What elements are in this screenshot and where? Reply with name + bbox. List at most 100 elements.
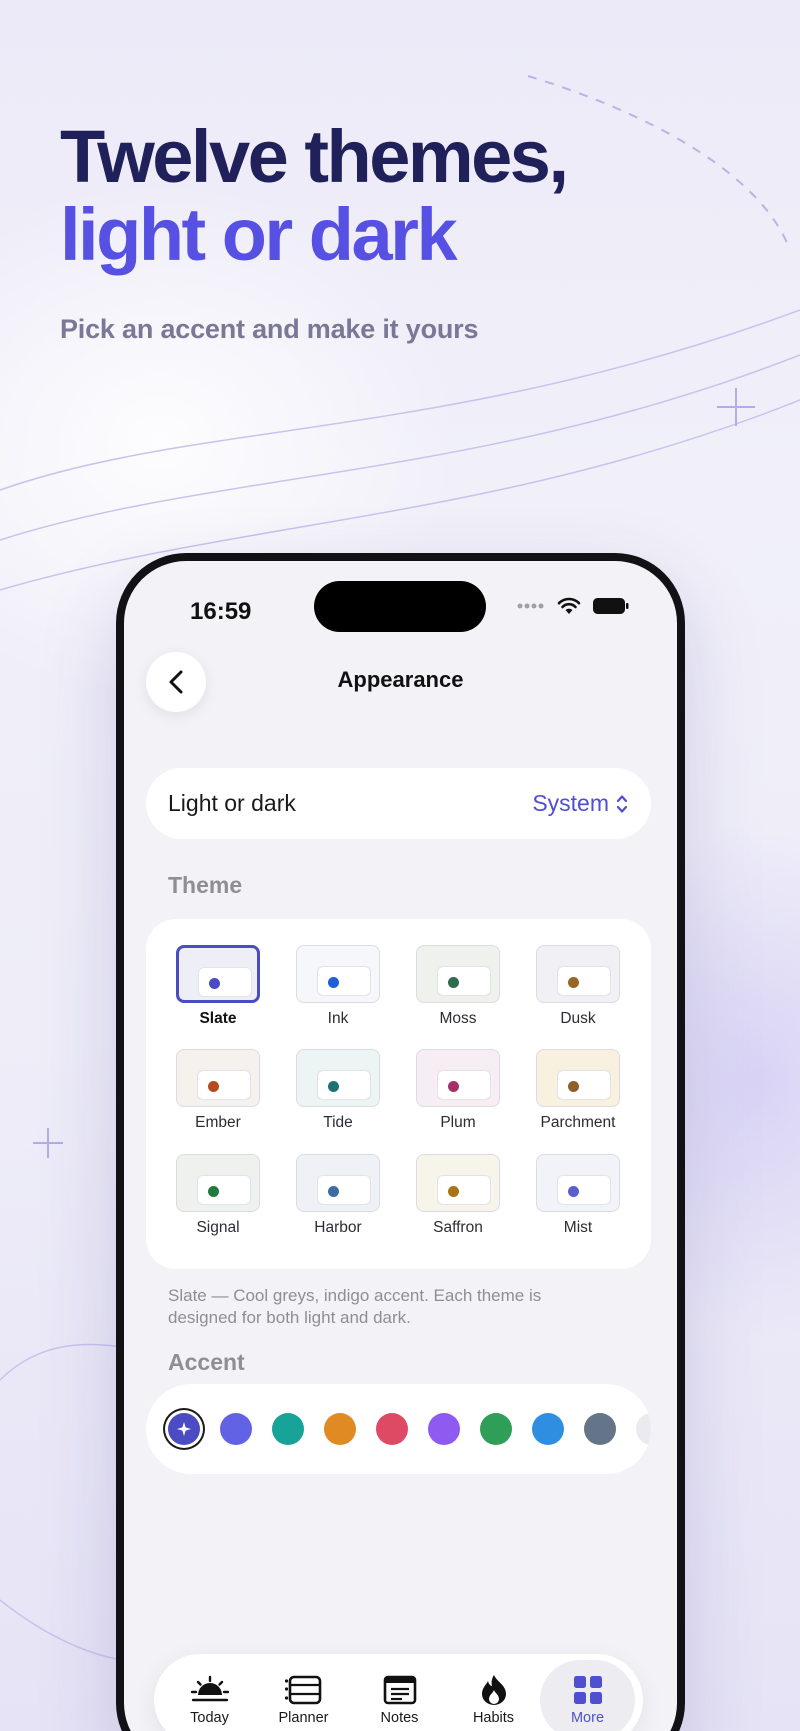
accent-section-label: Accent xyxy=(168,1349,245,1375)
theme-swatch-preview xyxy=(557,1070,611,1100)
theme-accent-dot xyxy=(448,1081,459,1092)
theme-swatch xyxy=(296,945,380,1003)
accent-color-9[interactable] xyxy=(584,1413,616,1445)
accent-color-10[interactable] xyxy=(636,1413,651,1445)
phone-screen: 16:59 Appearance Light or dark System Th… xyxy=(124,561,677,1731)
theme-name: Slate xyxy=(199,1010,237,1027)
theme-name: Mist xyxy=(563,1219,593,1236)
theme-swatch xyxy=(416,945,500,1003)
status-time: 16:59 xyxy=(190,598,252,625)
theme-name: Ink xyxy=(327,1010,349,1027)
theme-option-slate[interactable]: Slate xyxy=(168,945,268,1028)
theme-accent-dot xyxy=(328,977,339,988)
theme-option-harbor[interactable]: Harbor xyxy=(288,1154,388,1237)
tab-habits[interactable]: Habits xyxy=(446,1660,541,1731)
dynamic-island xyxy=(314,581,486,632)
theme-accent-dot xyxy=(568,1186,579,1197)
theme-accent-dot xyxy=(208,1186,219,1197)
accent-color-7[interactable] xyxy=(480,1413,512,1445)
theme-option-dusk[interactable]: Dusk xyxy=(528,945,628,1028)
theme-name: Signal xyxy=(196,1219,240,1236)
accent-color-2[interactable] xyxy=(220,1413,252,1445)
tab-bar: Today Planner Notes Habits More xyxy=(154,1654,643,1731)
theme-name: Plum xyxy=(440,1114,476,1131)
theme-grid: Slate Ink Moss Dusk Ember Tide Plum Parchment Si… xyxy=(146,919,651,1269)
theme-option-moss[interactable]: Moss xyxy=(408,945,508,1028)
sparkle-icon xyxy=(177,1422,191,1436)
theme-swatch xyxy=(296,1049,380,1107)
theme-swatch xyxy=(176,1049,260,1107)
theme-swatch-preview xyxy=(317,966,371,996)
theme-accent-dot xyxy=(328,1081,339,1092)
tab-planner[interactable]: Planner xyxy=(256,1660,351,1731)
planner-icon xyxy=(284,1674,324,1706)
theme-option-saffron[interactable]: Saffron xyxy=(408,1154,508,1237)
sunrise-icon xyxy=(190,1674,230,1706)
theme-option-signal[interactable]: Signal xyxy=(168,1154,268,1237)
theme-swatch-preview xyxy=(198,967,252,997)
theme-accent-dot xyxy=(448,977,459,988)
chevron-up-down-icon xyxy=(616,794,628,813)
light-dark-setting[interactable]: Light or dark System xyxy=(146,768,651,839)
theme-name: Ember xyxy=(195,1114,241,1131)
theme-swatch-preview xyxy=(557,1175,611,1205)
theme-option-plum[interactable]: Plum xyxy=(408,1049,508,1132)
grid-icon xyxy=(572,1674,604,1706)
theme-option-mist[interactable]: Mist xyxy=(528,1154,628,1237)
theme-swatch xyxy=(536,1049,620,1107)
theme-swatch-preview xyxy=(437,1070,491,1100)
page-title: Appearance xyxy=(337,667,464,692)
theme-swatch xyxy=(416,1049,500,1107)
theme-option-ink[interactable]: Ink xyxy=(288,945,388,1028)
theme-option-parchment[interactable]: Parchment xyxy=(528,1049,628,1132)
theme-swatch xyxy=(536,945,620,1003)
tab-label: Planner xyxy=(278,1710,329,1726)
headline-line-1: Twelve themes, xyxy=(60,115,569,198)
theme-swatch-preview xyxy=(557,966,611,996)
accent-color-4[interactable] xyxy=(324,1413,356,1445)
tab-today[interactable]: Today xyxy=(162,1660,257,1731)
theme-name: Harbor xyxy=(314,1219,362,1236)
theme-accent-dot xyxy=(568,977,579,988)
theme-accent-dot xyxy=(209,978,220,989)
accent-color-5[interactable] xyxy=(376,1413,408,1445)
theme-description: Slate — Cool greys, indigo accent. Each … xyxy=(168,1286,542,1327)
accent-color-1[interactable] xyxy=(168,1413,200,1445)
theme-accent-dot xyxy=(568,1081,579,1092)
theme-name: Tide xyxy=(323,1114,353,1131)
tab-label: Habits xyxy=(472,1710,515,1726)
accent-picker xyxy=(146,1384,651,1474)
theme-swatch xyxy=(536,1154,620,1212)
notes-icon xyxy=(382,1674,418,1706)
theme-swatch xyxy=(176,1154,260,1212)
theme-option-ember[interactable]: Ember xyxy=(168,1049,268,1132)
theme-swatch-preview xyxy=(437,966,491,996)
theme-name: Moss xyxy=(439,1010,477,1027)
subheadline: Pick an accent and make it yours xyxy=(60,314,479,344)
theme-swatch-preview xyxy=(437,1175,491,1205)
accent-color-3[interactable] xyxy=(272,1413,304,1445)
light-dark-value: System xyxy=(532,790,609,816)
headline: Twelve themes, light or dark xyxy=(60,118,760,274)
theme-accent-dot xyxy=(208,1081,219,1092)
theme-option-tide[interactable]: Tide xyxy=(288,1049,388,1132)
theme-accent-dot xyxy=(328,1186,339,1197)
headline-line-2: light or dark xyxy=(60,193,458,276)
accent-color-6[interactable] xyxy=(428,1413,460,1445)
tab-more[interactable]: More xyxy=(540,1660,635,1731)
light-dark-picker[interactable]: System xyxy=(532,790,629,817)
theme-section-label: Theme xyxy=(168,872,243,898)
theme-swatch xyxy=(416,1154,500,1212)
theme-swatch-preview xyxy=(197,1070,251,1100)
theme-swatch-preview xyxy=(197,1175,251,1205)
battery-icon xyxy=(593,598,629,614)
accent-color-8[interactable] xyxy=(532,1413,564,1445)
theme-name: Saffron xyxy=(433,1219,483,1236)
theme-accent-dot xyxy=(448,1186,459,1197)
tab-label: Today xyxy=(190,1710,229,1726)
tab-notes[interactable]: Notes xyxy=(352,1660,447,1731)
status-icons xyxy=(517,597,629,615)
theme-swatch xyxy=(296,1154,380,1212)
tab-label: Notes xyxy=(380,1710,419,1726)
flame-icon xyxy=(479,1674,509,1706)
